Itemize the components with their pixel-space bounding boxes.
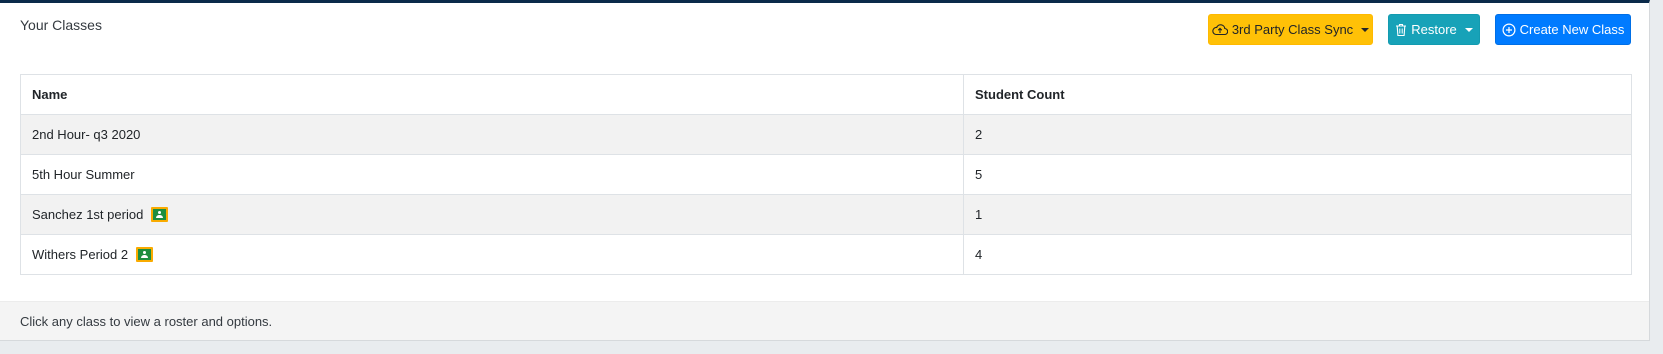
create-new-class-label: Create New Class (1519, 22, 1625, 37)
column-header-student-count: Student Count (963, 74, 1632, 115)
student-count-cell: 5 (963, 154, 1632, 195)
table-row[interactable]: Sanchez 1st period 1 (20, 194, 1632, 235)
card-footer: Click any class to view a roster and opt… (0, 301, 1649, 340)
table-row[interactable]: 5th Hour Summer 5 (20, 154, 1632, 195)
card-title: Your Classes (20, 17, 102, 33)
header-actions: 3rd Party Class Sync Restore Create New … (1208, 14, 1631, 45)
class-name: Sanchez 1st period (32, 207, 144, 222)
column-header-name: Name (20, 74, 964, 115)
student-count-cell: 4 (963, 234, 1632, 275)
table-row[interactable]: 2nd Hour- q3 2020 2 (20, 114, 1632, 155)
table-header-row: Name Student Count (20, 74, 1632, 115)
google-classroom-icon (136, 247, 154, 262)
class-name-cell: Sanchez 1st period (20, 194, 964, 235)
third-party-class-sync-label: 3rd Party Class Sync (1231, 22, 1354, 37)
third-party-class-sync-button[interactable]: 3rd Party Class Sync (1208, 14, 1373, 45)
class-name-cell: 2nd Hour- q3 2020 (20, 114, 964, 155)
google-classroom-icon (151, 207, 169, 222)
chevron-down-icon (1361, 27, 1370, 32)
class-name-cell: 5th Hour Summer (20, 154, 964, 195)
create-new-class-button[interactable]: Create New Class (1495, 14, 1631, 45)
plus-circle-icon (1502, 22, 1516, 37)
classes-card: Your Classes 3rd Party Class Sync Restor… (0, 0, 1650, 341)
restore-label: Restore (1411, 22, 1457, 37)
footer-hint: Click any class to view a roster and opt… (20, 313, 273, 329)
cloud-upload-icon (1212, 23, 1228, 36)
chevron-down-icon (1464, 27, 1473, 32)
class-name: 2nd Hour- q3 2020 (32, 127, 141, 142)
class-name: 5th Hour Summer (32, 167, 135, 182)
student-count-cell: 1 (963, 194, 1632, 235)
page: Your Classes 3rd Party Class Sync Restor… (0, 0, 1663, 354)
trash-icon (1395, 23, 1407, 37)
restore-button[interactable]: Restore (1388, 14, 1480, 45)
class-name: Withers Period 2 (32, 247, 129, 262)
classes-table-container: Name Student Count 2nd Hour- q3 2020 2 5… (20, 74, 1632, 275)
class-name-cell: Withers Period 2 (20, 234, 964, 275)
classes-table: Name Student Count 2nd Hour- q3 2020 2 5… (20, 74, 1632, 275)
table-row[interactable]: Withers Period 2 4 (20, 234, 1632, 275)
student-count-cell: 2 (963, 114, 1632, 155)
